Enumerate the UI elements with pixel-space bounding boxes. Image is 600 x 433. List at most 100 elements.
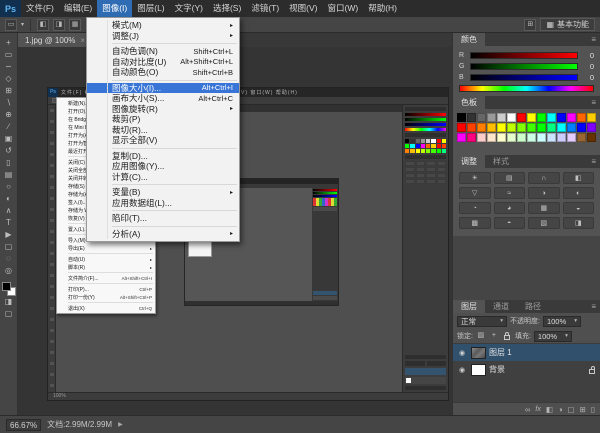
tab-swatches[interactable]: 色板 [453, 96, 485, 109]
swatch[interactable] [547, 123, 556, 132]
panel-menu-icon[interactable]: ≡ [591, 33, 600, 46]
swatch[interactable] [457, 133, 466, 142]
swatch[interactable] [527, 123, 536, 132]
dodge-tool[interactable]: ◐ [1, 193, 17, 205]
levels-icon[interactable]: ▤ [494, 172, 526, 184]
tab-paths[interactable]: 路径 [517, 300, 549, 313]
crop-tool[interactable]: ⊞ [1, 85, 17, 97]
hue-saturation-icon[interactable]: ≈ [494, 187, 526, 199]
swatch[interactable] [477, 133, 486, 142]
swatch[interactable] [487, 133, 496, 142]
menubar-item[interactable]: 图层(L) [132, 0, 169, 17]
visibility-eye-icon[interactable]: ◉ [456, 349, 468, 357]
menu-item[interactable]: 裁剪(P) [87, 114, 239, 125]
brush-tool[interactable]: ∕ [1, 121, 17, 133]
photo-filter-icon[interactable]: ◔ [459, 202, 491, 214]
lock-transparent-pixels-icon[interactable]: ▨ [476, 331, 486, 341]
lasso-tool[interactable]: ∽ [1, 61, 17, 73]
layer-row-selected[interactable]: ◉ 图层 1 [453, 344, 600, 361]
swatch[interactable] [527, 133, 536, 142]
tool-preset-caret-icon[interactable]: ▾ [21, 21, 24, 28]
workspace-switcher-button[interactable]: ▦ 基本功能 [540, 18, 595, 31]
menu-item[interactable]: 显示全部(V) [87, 135, 239, 146]
new-layer-icon[interactable]: ⊞ [580, 405, 586, 414]
swatch[interactable] [587, 133, 596, 142]
panel-menu-icon[interactable]: ≡ [591, 96, 600, 109]
rectangular-marquee-tool[interactable]: ▭ [1, 49, 17, 61]
color-lookup-icon[interactable]: ▦ [528, 202, 560, 214]
swatch[interactable] [567, 123, 576, 132]
swatch[interactable] [587, 123, 596, 132]
red-channel-slider[interactable] [470, 52, 578, 59]
swatch[interactable] [487, 123, 496, 132]
swatch[interactable] [577, 133, 586, 142]
menu-item[interactable]: 分析(A)▸ [87, 229, 239, 240]
layer-name[interactable]: 背景 [489, 364, 505, 375]
swatch[interactable] [487, 113, 496, 122]
menubar-item[interactable]: 文字(Y) [170, 0, 208, 17]
horizontal-type-tool[interactable]: T [1, 217, 17, 229]
zoom-level-field[interactable]: 66.67% [6, 419, 41, 431]
color-spectrum-ramp[interactable] [459, 85, 594, 92]
threshold-icon[interactable]: ◓ [494, 217, 526, 229]
visibility-eye-icon[interactable]: ◉ [456, 366, 468, 374]
invert-icon[interactable]: ◒ [563, 202, 595, 214]
pen-tool[interactable]: ∧ [1, 205, 17, 217]
menu-item[interactable]: 图像旋转(R)▸ [87, 104, 239, 115]
swatch[interactable] [497, 133, 506, 142]
eraser-tool[interactable]: ▯ [1, 157, 17, 169]
swatch[interactable] [517, 133, 526, 142]
swatch[interactable] [547, 133, 556, 142]
panel-menu-icon[interactable]: ≡ [591, 300, 600, 313]
brightness-contrast-icon[interactable]: ☀ [459, 172, 491, 184]
swatch[interactable] [497, 113, 506, 122]
exposure-icon[interactable]: ◧ [563, 172, 595, 184]
swatch[interactable] [547, 113, 556, 122]
menu-item[interactable]: 陷印(T)... [87, 213, 239, 224]
swatch[interactable] [557, 123, 566, 132]
screen-mode-tool[interactable]: ▢ [1, 308, 17, 320]
menubar-item[interactable]: 选择(S) [208, 0, 246, 17]
blur-tool[interactable]: ○ [1, 181, 17, 193]
foreground-background-swatches[interactable] [2, 282, 16, 296]
menu-item[interactable]: 自动颜色(O)Shift+Ctrl+B [87, 67, 239, 78]
menubar-item[interactable]: 视图(V) [284, 0, 322, 17]
posterize-icon[interactable]: ▩ [459, 217, 491, 229]
tab-color[interactable]: 颜色 [453, 33, 485, 46]
swatch[interactable] [457, 123, 466, 132]
swatch[interactable] [527, 113, 536, 122]
menubar-item[interactable]: 图像(I) [97, 0, 132, 17]
swatch[interactable] [507, 113, 516, 122]
swatch[interactable] [467, 113, 476, 122]
clone-stamp-tool[interactable]: ▣ [1, 133, 17, 145]
swatch[interactable] [467, 133, 476, 142]
selection-subtract-icon[interactable]: ▦ [69, 19, 81, 31]
path-selection-tool[interactable]: ▶ [1, 229, 17, 241]
swatch[interactable] [497, 123, 506, 132]
layer-name[interactable]: 图层 1 [489, 347, 512, 358]
menu-item[interactable]: 调整(J)▸ [87, 31, 239, 42]
blue-channel-slider[interactable] [470, 74, 578, 81]
zoom-tool[interactable]: ◎ [1, 265, 17, 277]
delete-layer-icon[interactable]: ▯ [591, 405, 595, 414]
swatch[interactable] [477, 113, 486, 122]
channel-mixer-icon[interactable]: ◕ [494, 202, 526, 214]
tab-close-icon[interactable]: × [80, 36, 85, 45]
swatch[interactable] [507, 133, 516, 142]
status-options-arrow-icon[interactable]: ▶ [118, 421, 123, 428]
hand-tool[interactable]: ◌ [1, 253, 17, 265]
arrange-documents-icon[interactable]: ⊞ [524, 19, 536, 31]
foreground-color-swatch[interactable] [2, 282, 11, 291]
swatch[interactable] [577, 123, 586, 132]
selection-new-icon[interactable]: ◧ [37, 19, 49, 31]
layer-thumbnail[interactable] [471, 347, 486, 359]
menu-item[interactable]: 计算(C)... [87, 172, 239, 183]
tab-layers[interactable]: 图层 [453, 300, 485, 313]
black-white-icon[interactable]: ◐ [563, 187, 595, 199]
vibrance-icon[interactable]: ▽ [459, 187, 491, 199]
adjustment-layer-icon[interactable]: ◑ [558, 405, 563, 414]
green-channel-value[interactable]: 0 [582, 62, 594, 71]
spot-healing-brush-tool[interactable]: ⊕ [1, 109, 17, 121]
swatch[interactable] [587, 113, 596, 122]
menubar-item[interactable]: 文件(F) [21, 0, 59, 17]
